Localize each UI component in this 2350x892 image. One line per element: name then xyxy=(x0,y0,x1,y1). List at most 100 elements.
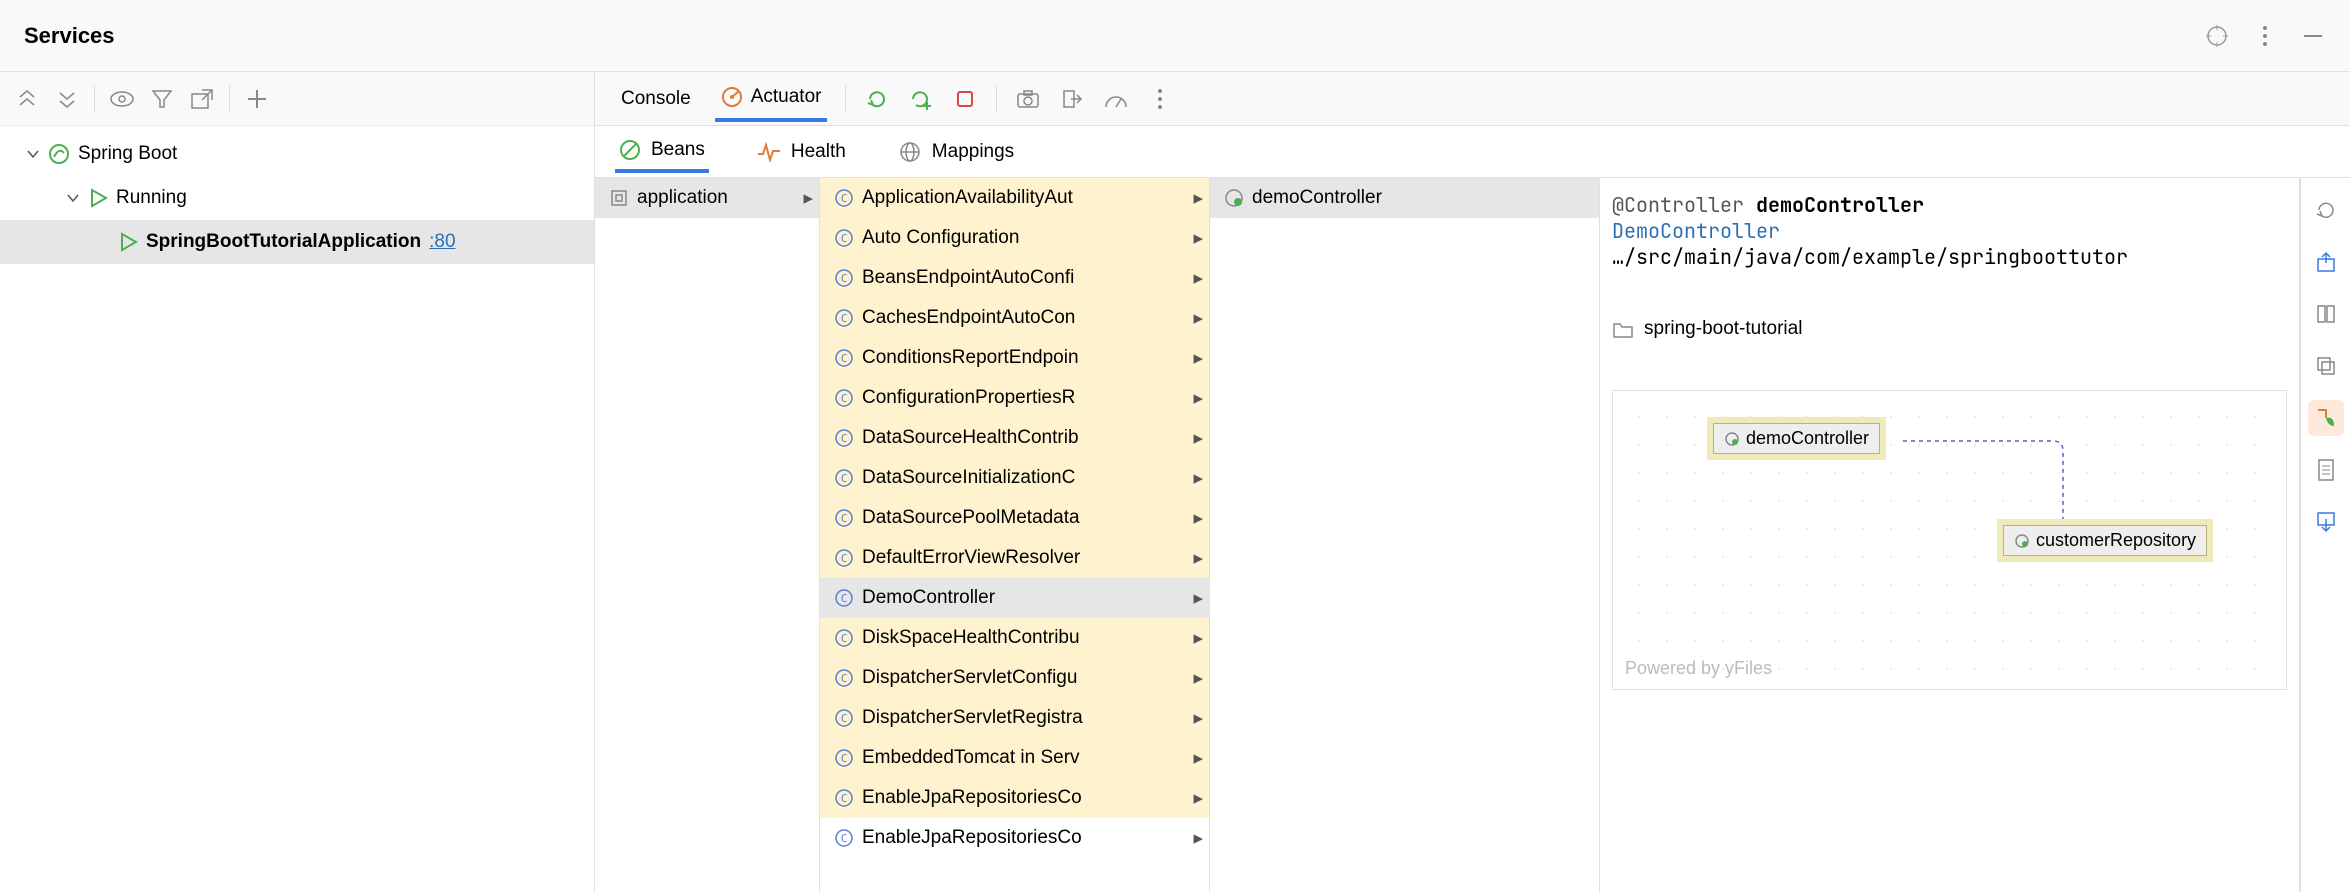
class-icon: C xyxy=(834,748,854,768)
tab-actuator[interactable]: Actuator xyxy=(715,76,828,122)
refresh-plus-icon[interactable] xyxy=(908,86,934,112)
svg-text:C: C xyxy=(841,792,848,805)
spring-leaf-icon[interactable] xyxy=(2308,400,2344,436)
refresh-icon[interactable] xyxy=(2308,192,2344,228)
run-tree[interactable]: Spring Boot Running SpringBootTutorialAp… xyxy=(0,126,594,892)
svg-text:C: C xyxy=(841,472,848,485)
collapse-all-icon[interactable] xyxy=(54,86,80,112)
chevron-right-icon: ▸ xyxy=(1193,347,1203,370)
export-icon[interactable] xyxy=(2308,244,2344,280)
tab-console[interactable]: Console xyxy=(615,78,697,120)
crosshair-icon[interactable] xyxy=(2204,23,2230,49)
gauge-icon[interactable] xyxy=(1103,86,1129,112)
tab-health[interactable]: Health xyxy=(753,133,850,171)
stop-icon[interactable] xyxy=(952,86,978,112)
more-icon[interactable] xyxy=(1147,86,1173,112)
bean-list-item[interactable]: CDiskSpaceHealthContribu▸ xyxy=(820,618,1209,658)
bean-item-label: DataSourcePoolMetadata xyxy=(862,507,1080,529)
bean-list-item[interactable]: CDispatcherServletConfigu▸ xyxy=(820,658,1209,698)
chevron-right-icon: ▸ xyxy=(1193,187,1203,210)
dependency-diagram[interactable]: demoController customerRepository Powere… xyxy=(1612,390,2287,690)
module-name: spring-boot-tutorial xyxy=(1644,318,1802,340)
diagram-node-customerrepository[interactable]: customerRepository xyxy=(2003,525,2207,556)
class-icon: C xyxy=(834,788,854,808)
sub-tab-label: Health xyxy=(791,141,846,163)
bean-class[interactable]: DemoController xyxy=(1612,218,2287,244)
import-icon[interactable] xyxy=(2308,504,2344,540)
bean-details: @Controller demoController DemoControlle… xyxy=(1600,178,2300,892)
tab-mappings[interactable]: Mappings xyxy=(894,133,1018,171)
bean-live-icon xyxy=(1224,188,1244,208)
beans-content: application ▸ CApplicationAvailabilityAu… xyxy=(595,178,2350,892)
minimize-icon[interactable] xyxy=(2300,23,2326,49)
expand-all-icon[interactable] xyxy=(14,86,40,112)
tree-node-app[interactable]: SpringBootTutorialApplication :80 xyxy=(0,220,594,264)
bean-list-item[interactable]: C DataSourceInitializationC ▸ xyxy=(820,458,1209,498)
bean-item-label: ConfigurationPropertiesR xyxy=(862,387,1075,409)
bean-item-label: DataSourceInitializationC xyxy=(862,467,1075,489)
tab-beans[interactable]: Beans xyxy=(615,131,709,173)
bean-list-item[interactable]: CAuto Configuration▸ xyxy=(820,218,1209,258)
svg-text:C: C xyxy=(841,272,848,285)
class-icon: C xyxy=(834,388,854,408)
bean-list-item[interactable]: CDispatcherServletRegistra▸ xyxy=(820,698,1209,738)
add-icon[interactable] xyxy=(244,86,270,112)
tree-label: Spring Boot xyxy=(78,143,177,165)
bean-list-item[interactable]: C EmbeddedTomcat in Serv ▸ xyxy=(820,738,1209,778)
bean-list-item[interactable]: C ConfigurationPropertiesR ▸ xyxy=(820,378,1209,418)
open-new-icon[interactable] xyxy=(189,86,215,112)
bean-item-label: EmbeddedTomcat in Serv xyxy=(862,747,1080,769)
top-tabs: Console Actuator xyxy=(595,72,2350,126)
diagram-node-democontroller[interactable]: demoController xyxy=(1713,423,1880,454)
chevron-right-icon: ▸ xyxy=(1193,387,1203,410)
bean-list-item[interactable]: CBeansEndpointAutoConfi▸ xyxy=(820,258,1209,298)
selected-bean-column[interactable]: demoController xyxy=(1210,178,1600,892)
tool-window-title: Services xyxy=(24,23,115,49)
bean-item-label: ConditionsReportEndpoin xyxy=(862,347,1079,369)
bean-list-item[interactable]: CDataSourceHealthContrib▸ xyxy=(820,418,1209,458)
bean-list-item[interactable]: CConditionsReportEndpoin▸ xyxy=(820,338,1209,378)
node-label: customerRepository xyxy=(2036,530,2196,551)
class-icon: C xyxy=(834,628,854,648)
bean-module[interactable]: spring-boot-tutorial xyxy=(1612,318,2287,340)
tree-node-spring-boot[interactable]: Spring Boot xyxy=(0,132,594,176)
sub-tabs: Beans Health Mappings xyxy=(595,126,2350,178)
class-icon: C xyxy=(834,668,854,688)
chevron-right-icon: ▸ xyxy=(1193,667,1203,690)
layout-icon[interactable] xyxy=(2308,296,2344,332)
bean-list-item[interactable]: CDefaultErrorViewResolver▸ xyxy=(820,538,1209,578)
eye-icon[interactable] xyxy=(109,86,135,112)
tool-window-header: Services xyxy=(0,0,2350,72)
document-icon[interactable] xyxy=(2308,452,2344,488)
bean-list-item[interactable]: CDemoController▸ xyxy=(820,578,1209,618)
bean-list-item[interactable]: CApplicationAvailabilityAut▸ xyxy=(820,178,1209,218)
tree-node-running[interactable]: Running xyxy=(0,176,594,220)
bean-live-icon xyxy=(1724,431,1740,447)
module-item-application[interactable]: application ▸ xyxy=(595,178,819,218)
content-panel: Console Actuator xyxy=(595,72,2350,892)
svg-text:C: C xyxy=(841,672,848,685)
bean-list-item[interactable]: CEnableJpaRepositoriesCo▸ xyxy=(820,778,1209,818)
filter-icon[interactable] xyxy=(149,86,175,112)
bean-item-label: DataSourceHealthContrib xyxy=(862,427,1079,449)
module-column[interactable]: application ▸ xyxy=(595,178,820,892)
svg-text:C: C xyxy=(841,432,848,445)
chevron-right-icon: ▸ xyxy=(1193,467,1203,490)
bean-list-item[interactable]: CEnableJpaRepositoriesCo▸ xyxy=(820,818,1209,858)
beans-column[interactable]: CApplicationAvailabilityAut▸CAuto Config… xyxy=(820,178,1210,892)
camera-icon[interactable] xyxy=(1015,86,1041,112)
spring-icon xyxy=(48,143,70,165)
refresh-icon[interactable] xyxy=(864,86,890,112)
exit-icon[interactable] xyxy=(1059,86,1085,112)
bean-list-item[interactable]: CCachesEndpointAutoCon▸ xyxy=(820,298,1209,338)
bean-item-democontroller[interactable]: demoController xyxy=(1210,178,1599,218)
app-port[interactable]: :80 xyxy=(429,231,455,253)
tree-panel: Spring Boot Running SpringBootTutorialAp… xyxy=(0,72,595,892)
chevron-right-icon: ▸ xyxy=(1193,747,1203,770)
bean-path: …/src/main/java/com/example/springboottu… xyxy=(1612,244,2287,270)
bean-list-item[interactable]: CDataSourcePoolMetadata▸ xyxy=(820,498,1209,538)
more-icon[interactable] xyxy=(2252,23,2278,49)
copy-icon[interactable] xyxy=(2308,348,2344,384)
svg-text:C: C xyxy=(841,832,848,845)
chevron-right-icon: ▸ xyxy=(1193,227,1203,250)
